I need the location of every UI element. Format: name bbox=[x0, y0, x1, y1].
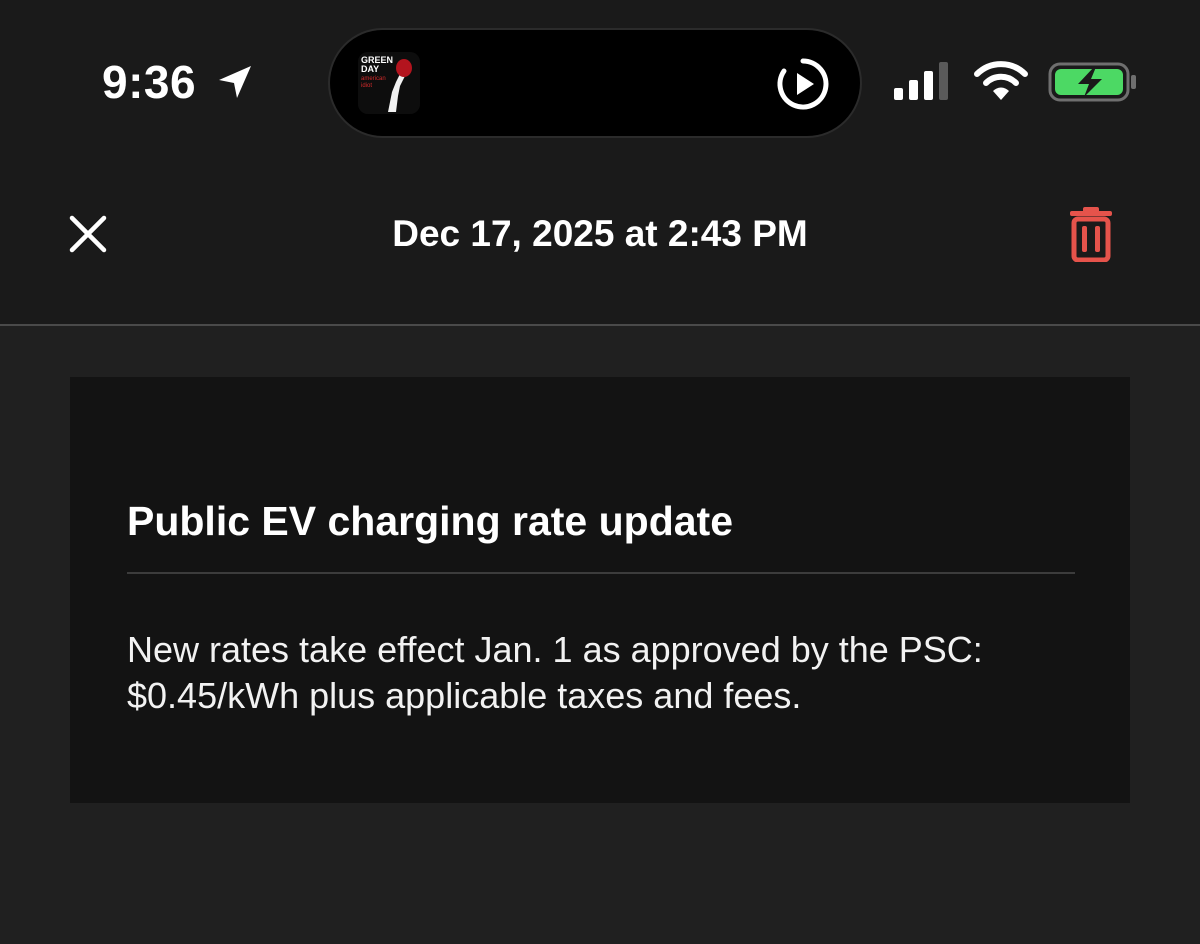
status-time: 9:36 bbox=[102, 56, 197, 108]
album-text-day: DAY bbox=[361, 64, 379, 74]
album-text-idiot: idiot bbox=[361, 83, 372, 89]
trash-icon[interactable] bbox=[1068, 206, 1114, 262]
message-body: New rates take effect Jan. 1 as approved… bbox=[127, 629, 983, 716]
message-divider bbox=[127, 572, 1075, 574]
dynamic-island[interactable]: GREEN DAY american idiot bbox=[330, 30, 860, 136]
cellular-signal-icon bbox=[894, 62, 948, 100]
wifi-icon bbox=[974, 61, 1028, 100]
album-art-image: GREEN DAY american idiot bbox=[358, 52, 420, 114]
message-title: Public EV charging rate update bbox=[127, 498, 734, 544]
album-art[interactable]: GREEN DAY american idiot bbox=[358, 52, 420, 114]
play-circle-icon[interactable] bbox=[776, 57, 830, 111]
message-card: Public EV charging rate update New rates… bbox=[70, 377, 1130, 803]
album-text-american: american bbox=[361, 76, 386, 82]
screen: 9:36 GREEN DAY american idiot Dec 17, 20… bbox=[0, 0, 1200, 944]
battery-charging-icon bbox=[1048, 62, 1136, 102]
location-arrow-icon bbox=[219, 66, 251, 98]
header-divider bbox=[0, 324, 1200, 326]
page-title: Dec 17, 2025 at 2:43 PM bbox=[392, 213, 808, 254]
